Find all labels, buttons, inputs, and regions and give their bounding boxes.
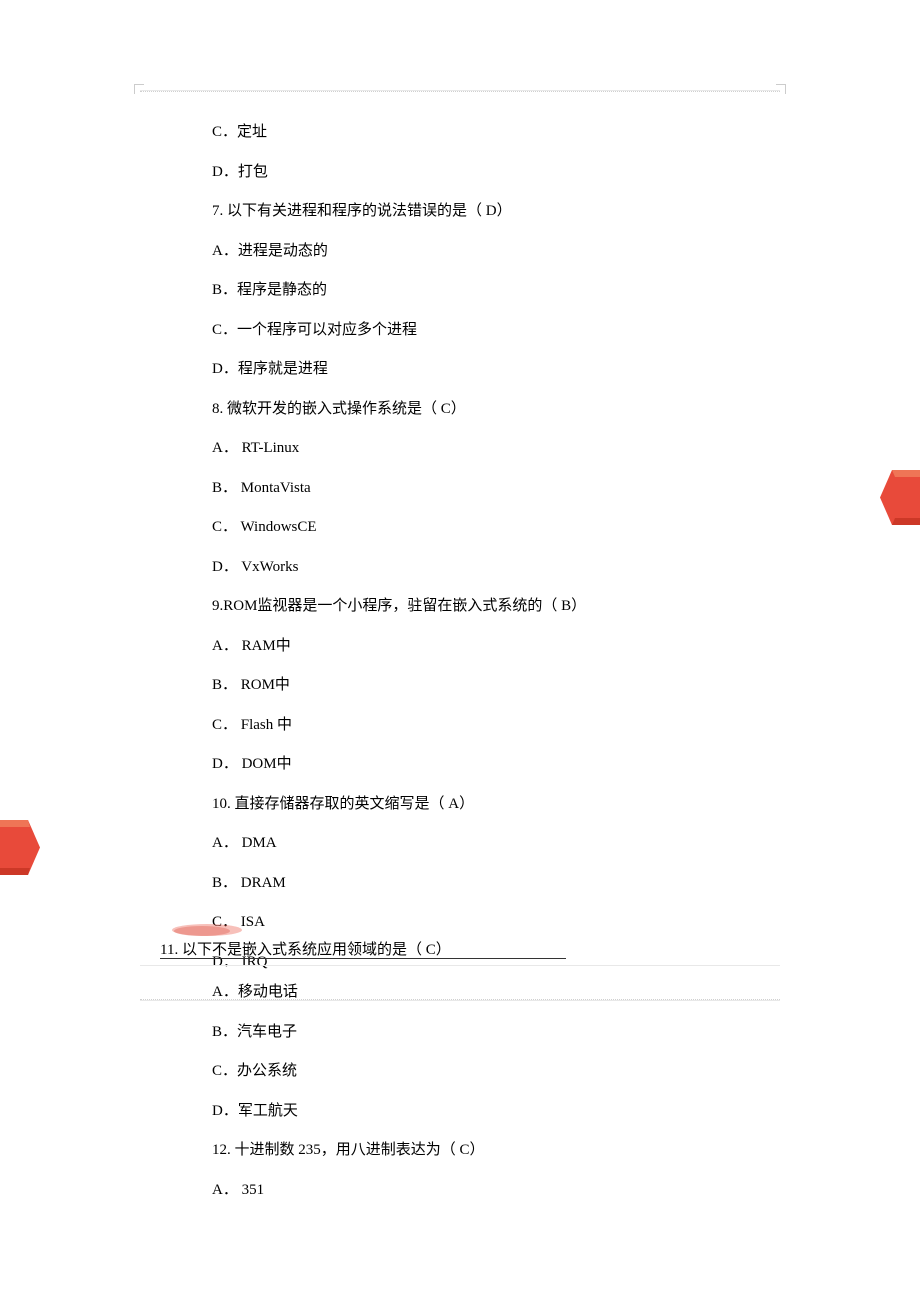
q7-option-c: C．一个程序可以对应多个进程	[140, 319, 780, 342]
q12-question: 12. 十进制数 235，用八进制表达为（ C）	[140, 1139, 780, 1162]
page-container: C．定址 D．打包 7. 以下有关进程和程序的说法错误的是（ D） A．进程是动…	[0, 0, 920, 1303]
q9-option-c: C． Flash 中	[140, 714, 780, 737]
q11-option-a: A．移动电话	[140, 981, 780, 1004]
q11-option-c: C．办公系统	[140, 1060, 780, 1083]
q7-option-d: D．程序就是进程	[140, 358, 780, 381]
q8-option-b: B． MontaVista	[140, 477, 780, 500]
bookmark-right-icon	[880, 470, 920, 525]
q7-option-b: B．程序是静态的	[140, 279, 780, 302]
q11-question-row: 11. 以下不是嵌入式系统应用领域的是（ C）	[160, 938, 610, 959]
q10-option-b: B． DRAM	[140, 872, 780, 895]
q8-option-c: C． WindowsCE	[140, 516, 780, 539]
q9-question: 9.ROM监视器是一个小程序，驻留在嵌入式系统的（ B）	[140, 595, 780, 618]
q10-option-a: A． DMA	[140, 832, 780, 855]
q7-option-a: A．进程是动态的	[140, 240, 780, 263]
q9-option-d: D． DOM中	[140, 753, 780, 776]
bookmark-left-icon	[0, 820, 40, 875]
red-mark-decoration	[172, 923, 242, 938]
q11-option-b: B．汽车电子	[140, 1021, 780, 1044]
content-section-2: A．移动电话 B．汽车电子 C．办公系统 D．军工航天 12. 十进制数 235…	[140, 965, 780, 1218]
q11-underline	[160, 958, 566, 959]
q6-option-c: C．定址	[140, 121, 780, 144]
q12-option-a: A． 351	[140, 1179, 780, 1202]
q8-option-a: A． RT-Linux	[140, 437, 780, 460]
q8-option-d: D． VxWorks	[140, 556, 780, 579]
q10-question: 10. 直接存储器存取的英文缩写是（ A）	[140, 793, 780, 816]
content-section-1: C．定址 D．打包 7. 以下有关进程和程序的说法错误的是（ D） A．进程是动…	[140, 90, 780, 1001]
q11-option-d: D．军工航天	[140, 1100, 780, 1123]
q6-option-d: D．打包	[140, 161, 780, 184]
q9-option-b: B． ROM中	[140, 674, 780, 697]
q8-question: 8. 微软开发的嵌入式操作系统是（ C）	[140, 398, 780, 421]
q11-question: 11. 以下不是嵌入式系统应用领域的是（ C）	[160, 942, 451, 958]
q9-option-a: A． RAM中	[140, 635, 780, 658]
q7-question: 7. 以下有关进程和程序的说法错误的是（ D）	[140, 200, 780, 223]
